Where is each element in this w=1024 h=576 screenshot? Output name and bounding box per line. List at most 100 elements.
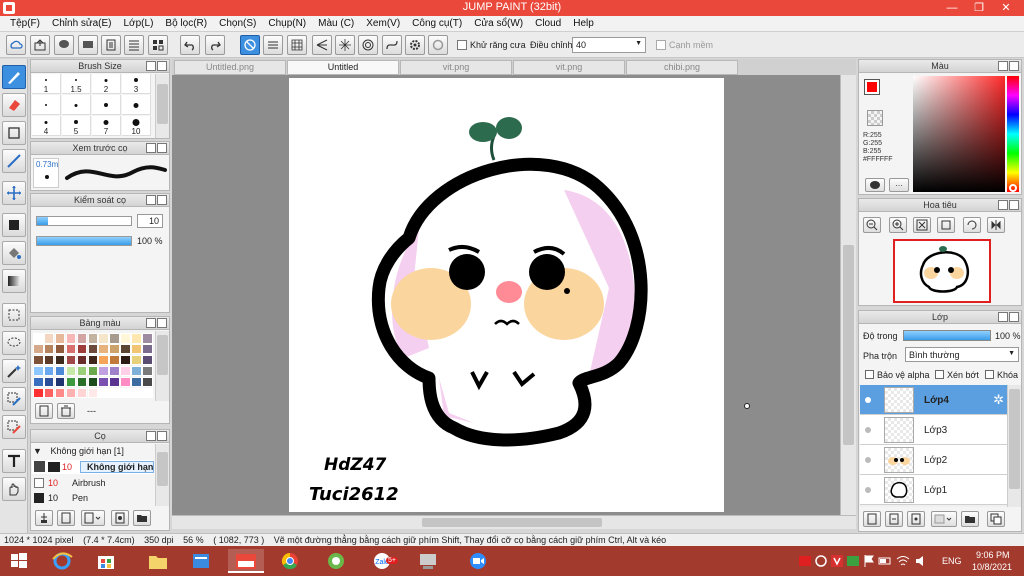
- tab-untitled[interactable]: Untitled: [287, 60, 399, 75]
- hue-slider[interactable]: [1007, 76, 1019, 192]
- panel-float-icon[interactable]: [146, 143, 156, 153]
- color-swatch[interactable]: [54, 376, 66, 388]
- fit-screen-button[interactable]: [913, 217, 931, 233]
- menu-filter[interactable]: Bộ lọc(R): [159, 18, 213, 29]
- brush-group[interactable]: ▼ Không giới hạn [1]: [33, 446, 153, 459]
- panel-float-icon[interactable]: [146, 61, 156, 71]
- export-button[interactable]: [30, 35, 50, 55]
- flip-button[interactable]: [987, 217, 1005, 233]
- color-swatch[interactable]: [33, 343, 44, 355]
- start-button[interactable]: [2, 549, 34, 573]
- brush-size-cell[interactable]: 10: [122, 116, 151, 136]
- color-swatch[interactable]: [98, 343, 109, 355]
- color-swatch[interactable]: [76, 343, 88, 355]
- color-swatch[interactable]: [87, 365, 98, 377]
- delete-swatch-button[interactable]: [57, 403, 75, 419]
- restore-button[interactable]: ❐: [965, 0, 993, 16]
- gear-icon[interactable]: ✲: [993, 392, 1004, 408]
- list-button[interactable]: [124, 35, 144, 55]
- brush-menu-button[interactable]: [81, 510, 105, 526]
- swatches-scrollbar[interactable]: [155, 331, 169, 401]
- redo-button[interactable]: [205, 35, 225, 55]
- menu-select[interactable]: Chọn(S): [213, 18, 262, 29]
- tab-vit-png-2[interactable]: vit.png: [513, 60, 625, 75]
- color-swatch[interactable]: [76, 376, 88, 388]
- color-swatch[interactable]: [54, 343, 66, 355]
- color-swatch[interactable]: [120, 365, 131, 377]
- brush-size-cell[interactable]: 3: [122, 74, 151, 94]
- color-swatch[interactable]: [76, 387, 88, 398]
- taskbar-store[interactable]: [88, 549, 124, 573]
- tab-untitled-png[interactable]: Untitled.png: [174, 60, 286, 75]
- color-swatch[interactable]: [98, 333, 109, 344]
- cloud-button[interactable]: [6, 35, 26, 55]
- canvas-workspace[interactable]: HdZ47 Tuci2612: [172, 75, 840, 515]
- taskbar-zalo[interactable]: Zalo 5+: [364, 549, 400, 573]
- taskbar-remote[interactable]: [410, 549, 446, 573]
- layers-scrollbar[interactable]: [1007, 385, 1021, 507]
- ruler-settings-button[interactable]: [405, 35, 425, 55]
- saturation-value-picker[interactable]: [913, 76, 1005, 192]
- color-swatch[interactable]: [87, 333, 98, 344]
- brush-size-cell[interactable]: 4: [32, 116, 61, 136]
- color-swatch[interactable]: [109, 333, 120, 344]
- move-tool[interactable]: [2, 181, 26, 205]
- taskbar-ie[interactable]: [44, 549, 80, 573]
- brush-item-2[interactable]: 10 Airbrush: [32, 476, 154, 490]
- new-swatch-button[interactable]: [35, 403, 53, 419]
- magic-wand-tool[interactable]: [2, 359, 26, 383]
- color-swatch[interactable]: [43, 333, 55, 344]
- color-swatch[interactable]: [120, 333, 131, 344]
- color-swatch[interactable]: [120, 376, 131, 388]
- clipping-checkbox[interactable]: [935, 370, 944, 379]
- panel-float-icon[interactable]: [146, 318, 156, 328]
- color-swatch[interactable]: [43, 365, 55, 377]
- drawing-canvas[interactable]: HdZ47 Tuci2612: [289, 78, 724, 512]
- brush-size-cell[interactable]: 7: [92, 116, 121, 136]
- color-swatch[interactable]: [142, 387, 153, 398]
- brush-size-cell[interactable]: [122, 95, 151, 115]
- layer-row-3[interactable]: Lớp3: [860, 415, 1007, 445]
- color-swatch[interactable]: [43, 343, 55, 355]
- color-more-button[interactable]: …: [889, 178, 909, 192]
- rotate-button[interactable]: [963, 217, 981, 233]
- menu-cloud[interactable]: Cloud: [529, 18, 567, 29]
- new-layer-button[interactable]: [863, 511, 881, 527]
- brush-size-slider[interactable]: [36, 216, 132, 226]
- color-swatch[interactable]: [98, 365, 109, 377]
- panel-float-icon[interactable]: [998, 312, 1008, 322]
- color-swatch[interactable]: [142, 333, 153, 344]
- visibility-icon[interactable]: [865, 427, 871, 433]
- circle-ruler-button[interactable]: [358, 35, 378, 55]
- color-swatch[interactable]: [142, 376, 153, 388]
- select-rect-tool[interactable]: [2, 303, 26, 327]
- menu-view[interactable]: Xem(V): [360, 18, 406, 29]
- color-swatch[interactable]: [109, 354, 120, 366]
- brush-size-input[interactable]: 10: [137, 214, 163, 228]
- radial-ruler-button[interactable]: [335, 35, 355, 55]
- navigator-viewport[interactable]: [893, 239, 991, 303]
- eraser-tool[interactable]: [2, 93, 26, 117]
- ruler-options-button[interactable]: [428, 35, 448, 55]
- color-swatch[interactable]: [109, 387, 120, 398]
- layer-image-button[interactable]: [907, 511, 925, 527]
- taskbar-jump-paint[interactable]: [228, 549, 264, 573]
- menu-file[interactable]: Tệp(F): [4, 18, 46, 29]
- comment-button[interactable]: [54, 35, 74, 55]
- color-swatch[interactable]: [142, 354, 153, 366]
- select-eraser-tool[interactable]: [2, 415, 26, 439]
- panel-float-icon[interactable]: [146, 431, 156, 441]
- taskbar-coccoc[interactable]: [318, 549, 354, 573]
- gradient-tool[interactable]: [2, 269, 26, 293]
- menu-help[interactable]: Help: [567, 18, 600, 29]
- pen-tool[interactable]: [2, 65, 26, 89]
- color-swatch[interactable]: [33, 387, 44, 398]
- panel-close-icon[interactable]: [1009, 61, 1019, 71]
- tray-ultraviewer[interactable]: [798, 554, 812, 568]
- layer-row-1[interactable]: Lớp1: [860, 475, 1007, 505]
- color-swatch[interactable]: [43, 387, 55, 398]
- color-swatch[interactable]: [131, 387, 142, 398]
- brush-size-cell[interactable]: [92, 95, 121, 115]
- lock-checkbox[interactable]: [985, 370, 994, 379]
- color-swatch[interactable]: [109, 365, 120, 377]
